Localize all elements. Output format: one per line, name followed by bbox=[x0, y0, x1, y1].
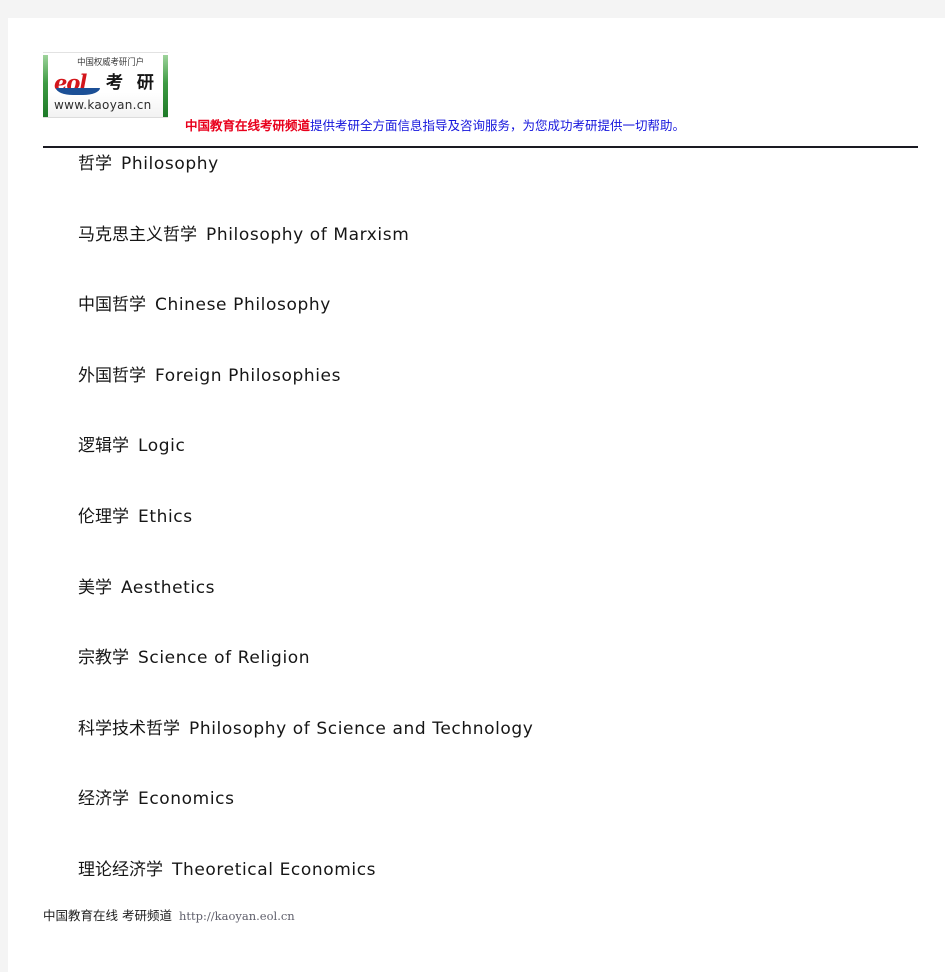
subject-name-en: Foreign Philosophies bbox=[155, 365, 342, 386]
list-item: 理论经济学 Theoretical Economics bbox=[8, 835, 945, 906]
subject-name-en: Philosophy bbox=[121, 154, 219, 174]
subject-name-en: Theoretical Economics bbox=[172, 859, 377, 880]
footer-brand: 中国教育在线 考研频道 bbox=[43, 908, 172, 923]
subject-name-cn: 科学技术哲学 bbox=[78, 718, 180, 739]
logo-accent-bar-left bbox=[43, 55, 48, 117]
subject-name-cn: 宗教学 bbox=[78, 648, 129, 669]
subject-name-en: Logic bbox=[138, 436, 186, 457]
subject-name-cn: 外国哲学 bbox=[78, 365, 146, 386]
logo-accent-bar-right bbox=[163, 55, 168, 117]
subject-name-en: Aesthetics bbox=[121, 577, 216, 598]
subject-name-en: Philosophy of Science and Technology bbox=[189, 718, 534, 739]
list-item: 马克思主义哲学 Philosophy of Marxism bbox=[8, 200, 945, 271]
list-item: 经济学 Economics bbox=[8, 764, 945, 835]
subject-name-cn: 美学 bbox=[78, 577, 112, 598]
list-item: 中国哲学 Chinese Philosophy bbox=[8, 270, 945, 341]
subject-name-cn: 逻辑学 bbox=[78, 436, 129, 457]
logo-tagline: 中国权威考研门户 bbox=[77, 58, 145, 68]
site-logo[interactable]: 中国权威考研门户 eol 考 研 www.kaoyan.cn bbox=[43, 52, 168, 118]
subject-name-cn: 哲学 bbox=[78, 154, 112, 174]
list-item: 伦理学 Ethics bbox=[8, 482, 945, 553]
subject-name-cn: 理论经济学 bbox=[78, 859, 163, 880]
footer-url[interactable]: http://kaoyan.eol.cn bbox=[179, 909, 295, 923]
subject-name-en: Philosophy of Marxism bbox=[206, 224, 410, 245]
list-item: 外国哲学 Foreign Philosophies bbox=[8, 341, 945, 412]
subject-name-en: Chinese Philosophy bbox=[155, 295, 331, 316]
list-item: 美学 Aesthetics bbox=[8, 553, 945, 624]
page-header: 中国权威考研门户 eol 考 研 www.kaoyan.cn 中国教育在线考研频… bbox=[8, 18, 945, 148]
subject-list: 哲学 Philosophy 马克思主义哲学 Philosophy of Marxis… bbox=[8, 129, 945, 906]
subject-name-en: Science of Religion bbox=[138, 648, 311, 669]
subject-name-en: Ethics bbox=[138, 506, 193, 527]
list-item: 逻辑学 Logic bbox=[8, 411, 945, 482]
subject-name-en: Economics bbox=[138, 789, 235, 810]
list-item: 宗教学 Science of Religion bbox=[8, 623, 945, 694]
subject-name-cn: 中国哲学 bbox=[78, 295, 146, 316]
logo-kaoyan-text: 考 研 bbox=[106, 73, 158, 93]
page-footer: 中国教育在线 考研频道 http://kaoyan.eol.cn bbox=[43, 905, 295, 924]
subject-name-cn: 经济学 bbox=[78, 789, 129, 810]
logo-url-text: www.kaoyan.cn bbox=[54, 98, 152, 112]
subject-name-cn: 马克思主义哲学 bbox=[78, 224, 197, 245]
logo-wordmark: eol 考 研 bbox=[54, 71, 159, 97]
subject-name-cn: 伦理学 bbox=[78, 506, 129, 527]
list-item: 哲学 Philosophy bbox=[8, 129, 945, 200]
list-item: 科学技术哲学 Philosophy of Science and Technolo… bbox=[8, 694, 945, 765]
document-page: 中国权威考研门户 eol 考 研 www.kaoyan.cn 中国教育在线考研频… bbox=[8, 18, 945, 972]
